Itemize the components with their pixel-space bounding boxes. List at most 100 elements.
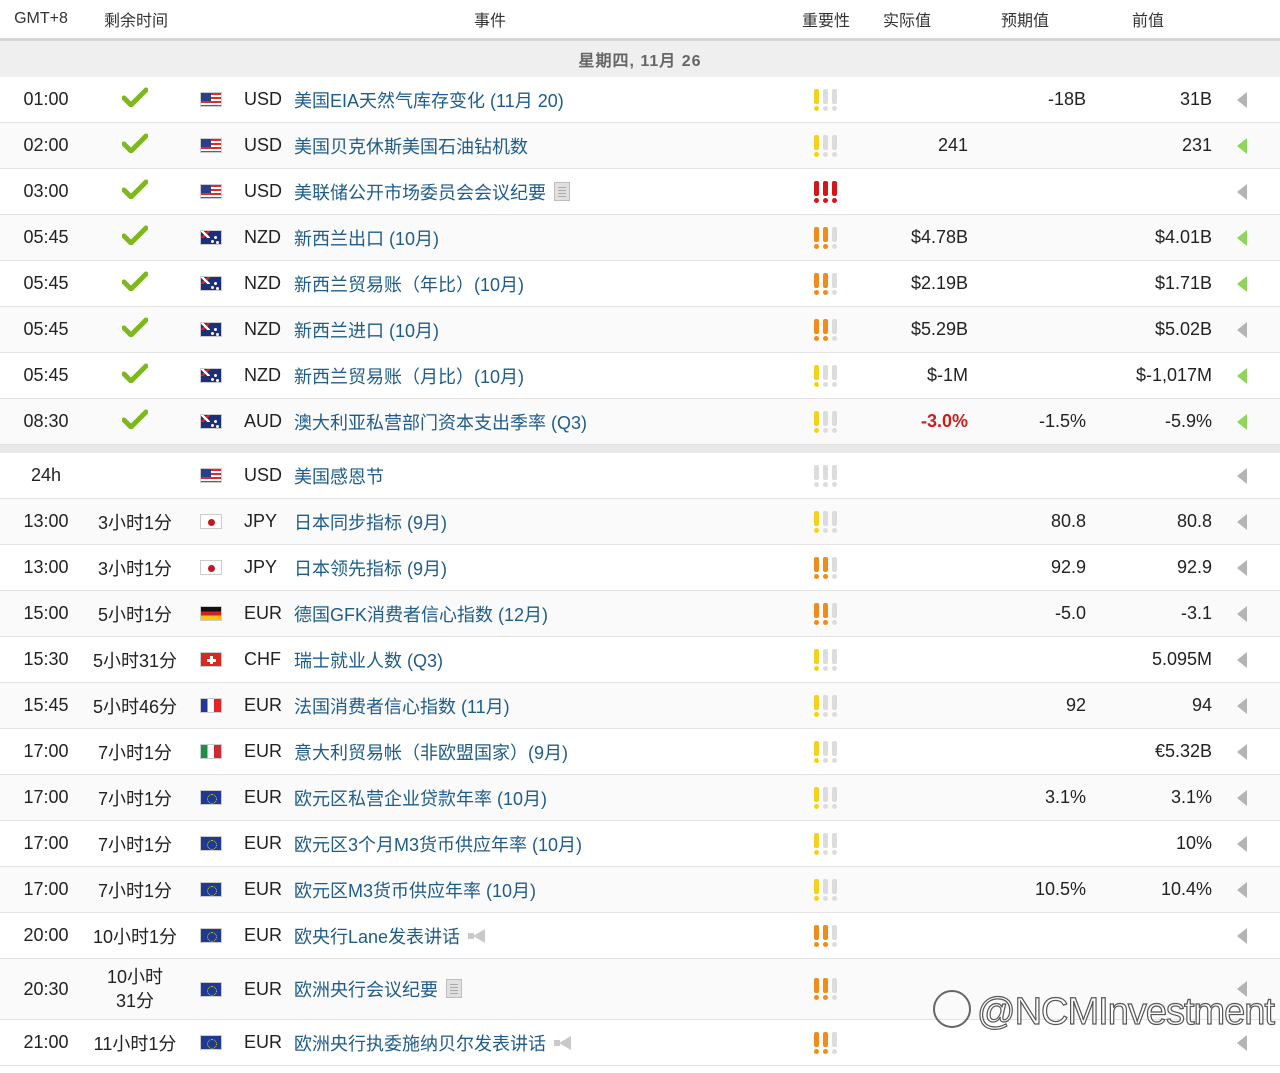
flag-cell [178,92,244,107]
expand-arrow-icon[interactable] [1237,881,1247,898]
expand-arrow-icon[interactable] [1237,229,1247,246]
event-link[interactable]: 美国感恩节 [294,467,384,487]
header-forecast: 预期值 [1000,13,1049,30]
event-link[interactable]: 新西兰出口 (10月) [294,229,439,249]
event-row[interactable]: 08:30 AUD 澳大利亚私营部门资本支出季率 (Q3) -3.0% -1.5% -5.… [0,399,1280,445]
watermark: @NCMInvestment [933,990,1276,1034]
expand-arrow-icon[interactable] [1237,137,1247,154]
event-link[interactable]: 欧元区私营企业贷款年率 (10月) [294,789,547,809]
importance-mark-icon [813,88,820,111]
expand-arrow-cell[interactable] [1212,275,1272,292]
event-row[interactable]: 17:00 7小时1分 EUR 欧元区M3货币供应年率 (10月) 10.5% 10.4% [0,867,1280,913]
expand-arrow-icon[interactable] [1237,835,1247,852]
expand-arrow-cell[interactable] [1212,367,1272,384]
expand-arrow-icon[interactable] [1237,1034,1247,1051]
expand-arrow-cell[interactable] [1212,91,1272,108]
expand-arrow-icon[interactable] [1237,927,1247,944]
expand-arrow-icon[interactable] [1237,413,1247,430]
expand-arrow-icon[interactable] [1237,183,1247,200]
expand-arrow-cell[interactable] [1212,927,1272,944]
event-name-cell: 欧元区3个月M3货币供应年率 (10月) [294,831,792,857]
event-link[interactable]: 瑞士就业人数 (Q3) [294,651,443,671]
expand-arrow-cell[interactable] [1212,697,1272,714]
expand-arrow-cell[interactable] [1212,1034,1272,1051]
expand-arrow-cell[interactable] [1212,137,1272,154]
expand-arrow-cell[interactable] [1212,605,1272,622]
event-link[interactable]: 意大利贸易帐（非欧盟国家）(9月) [294,743,568,763]
event-link[interactable]: 欧元区3个月M3货币供应年率 (10月) [294,835,582,855]
event-row[interactable]: 05:45 NZD 新西兰贸易账（年比）(10月) $2.19B $1.71B [0,261,1280,307]
event-row[interactable]: 13:00 3小时1分 JPY 日本领先指标 (9月) 92.9 92.9 [0,545,1280,591]
event-link[interactable]: 新西兰贸易账（月比）(10月) [294,367,524,387]
expand-arrow-cell[interactable] [1212,559,1272,576]
expand-arrow-icon[interactable] [1237,605,1247,622]
expand-arrow-cell[interactable] [1212,835,1272,852]
event-row[interactable]: 01:00 USD 美国EIA天然气库存变化 (11月 20) -18B 31B [0,77,1280,123]
event-link[interactable]: 新西兰贸易账（年比）(10月) [294,275,524,295]
expand-arrow-icon[interactable] [1237,467,1247,484]
importance-indicator [792,88,858,111]
event-link[interactable]: 美联储公开市场委员会会议纪要 [294,183,546,203]
table-header: GMT+8 剩余时间 事件 重要性 实际值 预期值 前值 [0,0,1280,41]
event-row[interactable]: 03:00 USD 美联储公开市场委员会会议纪要 [0,169,1280,215]
expand-arrow-cell[interactable] [1212,651,1272,668]
expand-arrow-icon[interactable] [1237,651,1247,668]
event-link[interactable]: 日本同步指标 (9月) [294,513,447,533]
expand-arrow-cell[interactable] [1212,467,1272,484]
expand-arrow-cell[interactable] [1212,183,1272,200]
event-link[interactable]: 美国贝克休斯美国石油钻机数 [294,137,528,157]
previous-value: 94 [1191,695,1212,715]
event-link[interactable]: 法国消费者信心指数 (11月) [294,697,510,717]
event-link[interactable]: 欧洲央行会议纪要 [294,980,438,1000]
event-link[interactable]: 欧洲央行执委施纳贝尔发表讲话 [294,1034,546,1054]
event-name-cell: 新西兰出口 (10月) [294,225,792,251]
document-icon[interactable] [554,181,570,201]
event-row[interactable]: 15:00 5小时1分 EUR 德国GFK消费者信心指数 (12月) -5.0 -3.1 [0,591,1280,637]
event-row[interactable]: 15:30 5小时31分 CHF 瑞士就业人数 (Q3) 5.095M [0,637,1280,683]
speech-icon[interactable] [554,1036,572,1052]
event-link[interactable]: 德国GFK消费者信心指数 (12月) [294,605,548,625]
importance-mark-icon [831,786,838,809]
expand-arrow-cell[interactable] [1212,321,1272,338]
flag-cell [178,652,244,667]
expand-arrow-cell[interactable] [1212,881,1272,898]
speech-icon[interactable] [468,929,486,945]
expand-arrow-cell[interactable] [1212,229,1272,246]
expand-arrow-icon[interactable] [1237,697,1247,714]
expand-arrow-icon[interactable] [1237,321,1247,338]
event-row[interactable]: 24h USD 美国感恩节 [0,453,1280,499]
event-link[interactable]: 新西兰进口 (10月) [294,321,439,341]
expand-arrow-icon[interactable] [1237,743,1247,760]
expand-arrow-cell[interactable] [1212,743,1272,760]
event-link[interactable]: 欧央行Lane发表讲话 [294,927,460,947]
event-row[interactable]: 05:45 NZD 新西兰贸易账（月比）(10月) $-1M $-1,017M [0,353,1280,399]
event-row[interactable]: 20:00 10小时1分 EUR 欧央行Lane发表讲话 [0,913,1280,959]
expand-arrow-icon[interactable] [1237,513,1247,530]
importance-bangs [813,924,838,947]
event-row[interactable]: 05:45 NZD 新西兰进口 (10月) $5.29B $5.02B [0,307,1280,353]
expand-arrow-icon[interactable] [1237,275,1247,292]
event-row[interactable]: 17:00 7小时1分 EUR 欧元区3个月M3货币供应年率 (10月) 10% [0,821,1280,867]
expand-arrow-icon[interactable] [1237,91,1247,108]
header-timezone[interactable]: GMT+8 [0,10,82,28]
expand-arrow-icon[interactable] [1237,559,1247,576]
event-row[interactable]: 17:00 7小时1分 EUR 意大利贸易帐（非欧盟国家）(9月) €5.32B [0,729,1280,775]
event-row[interactable]: 13:00 3小时1分 JPY 日本同步指标 (9月) 80.8 80.8 [0,499,1280,545]
event-row[interactable]: 15:45 5小时46分 EUR 法国消费者信心指数 (11月) 92 94 [0,683,1280,729]
event-link[interactable]: 澳大利亚私营部门资本支出季率 (Q3) [294,413,587,433]
event-link[interactable]: 日本领先指标 (9月) [294,559,447,579]
document-icon[interactable] [446,979,462,998]
event-row[interactable]: 02:00 USD 美国贝克休斯美国石油钻机数 241 231 [0,123,1280,169]
importance-mark-icon [831,134,838,157]
event-row[interactable]: 17:00 7小时1分 EUR 欧元区私营企业贷款年率 (10月) 3.1% 3.1% [0,775,1280,821]
event-link[interactable]: 美国EIA天然气库存变化 (11月 20) [294,91,564,111]
previous-value: 10.4% [1160,879,1212,899]
expand-arrow-cell[interactable] [1212,789,1272,806]
expand-arrow-cell[interactable] [1212,413,1272,430]
expand-arrow-cell[interactable] [1212,513,1272,530]
event-link[interactable]: 欧元区M3货币供应年率 (10月) [294,881,536,901]
importance-bangs [813,740,838,763]
expand-arrow-icon[interactable] [1237,789,1247,806]
expand-arrow-icon[interactable] [1237,367,1247,384]
event-row[interactable]: 05:45 NZD 新西兰出口 (10月) $4.78B $4.01B [0,215,1280,261]
